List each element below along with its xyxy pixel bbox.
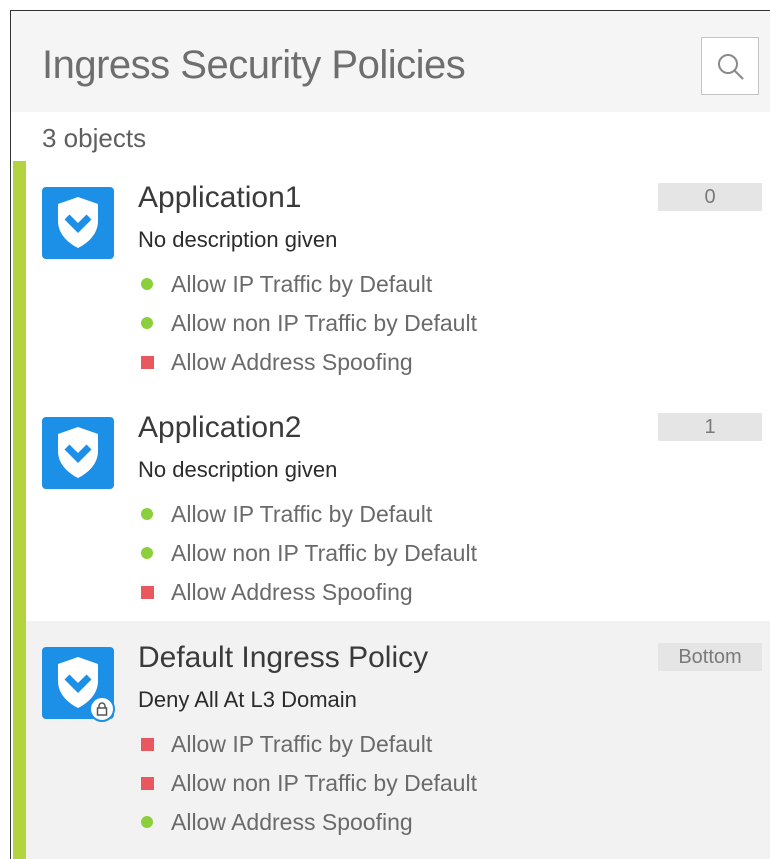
policy-name: Application2 (138, 411, 302, 444)
shield-icon (42, 417, 114, 489)
policy-item-application2[interactable]: Application2 No description given 1 Allo… (26, 391, 770, 621)
shield-icon (42, 187, 114, 259)
priority-badge: Bottom (658, 643, 762, 671)
flag-label: Allow IP Traffic by Default (171, 731, 433, 757)
enabled-status-icon (141, 317, 153, 329)
flag-label: Allow non IP Traffic by Default (171, 310, 477, 336)
policy-name: Application1 (138, 181, 302, 214)
flag-label: Allow IP Traffic by Default (171, 271, 433, 297)
priority-badge: 1 (658, 413, 762, 441)
search-button[interactable] (701, 37, 759, 95)
policy-list: Application1 No description given 0 Allo… (11, 161, 770, 859)
policies-panel: Ingress Security Policies 3 objects Appl… (10, 10, 770, 859)
enabled-status-icon (141, 508, 153, 520)
policy-item-application1[interactable]: Application1 No description given 0 Allo… (26, 161, 770, 391)
disabled-status-icon (141, 356, 154, 369)
enabled-status-icon (141, 547, 153, 559)
policy-description: No description given (138, 227, 338, 252)
flag-label: Allow Address Spoofing (171, 809, 413, 835)
disabled-status-icon (141, 586, 154, 599)
policy-description: No description given (138, 457, 338, 482)
page-title: Ingress Security Policies (42, 43, 466, 87)
enabled-status-icon (141, 816, 153, 828)
disabled-status-icon (141, 738, 154, 751)
priority-badge: 0 (658, 183, 762, 211)
lock-icon (89, 696, 115, 722)
policy-name: Default Ingress Policy (138, 641, 429, 674)
flag-label: Allow non IP Traffic by Default (171, 770, 477, 796)
disabled-status-icon (141, 777, 154, 790)
flag-label: Allow Address Spoofing (171, 349, 413, 375)
enabled-status-icon (141, 278, 153, 290)
object-count: 3 objects (42, 123, 147, 153)
panel-header: Ingress Security Policies (11, 11, 770, 112)
flag-label: Allow Address Spoofing (171, 579, 413, 605)
flag-label: Allow IP Traffic by Default (171, 501, 433, 527)
policy-description: Deny All At L3 Domain (138, 687, 357, 712)
flag-label: Allow non IP Traffic by Default (171, 540, 477, 566)
list-accent-bar (13, 161, 26, 859)
policy-item-default-ingress[interactable]: Default Ingress Policy Deny All At L3 Do… (26, 621, 770, 859)
search-icon (718, 54, 744, 80)
